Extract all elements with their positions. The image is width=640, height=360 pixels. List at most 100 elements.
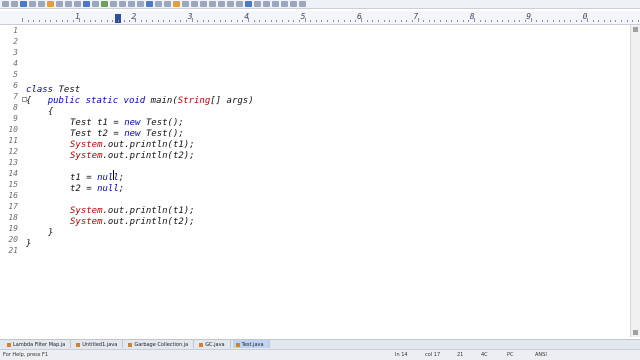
toolbar-button-icon[interactable]	[281, 1, 288, 7]
ruler-tick	[485, 20, 487, 22]
toolbar-button-icon[interactable]	[290, 1, 297, 7]
toolbar-button-icon[interactable]	[101, 1, 108, 7]
ruler-tick	[151, 20, 153, 22]
code-line-11: System.out.println(t1);	[70, 140, 195, 151]
toolbar-button-icon[interactable]	[47, 1, 54, 7]
ruler-tick	[632, 20, 634, 22]
toolbar-button-icon[interactable]	[128, 1, 135, 7]
toolbar-button-icon[interactable]	[191, 1, 198, 7]
toolbar-button-icon[interactable]	[56, 1, 63, 7]
toolbar-button-icon[interactable]	[2, 1, 9, 7]
ruler-tick	[146, 20, 148, 22]
status-column: col 17	[425, 352, 441, 358]
toolbar-button-icon[interactable]	[218, 1, 225, 7]
toolbar-button-icon[interactable]	[263, 1, 270, 7]
keyword: new	[124, 118, 141, 128]
toolbar-button-icon[interactable]	[272, 1, 279, 7]
java-file-icon	[199, 342, 204, 347]
tab-test[interactable]: Test.java	[232, 340, 270, 348]
ruler-tick	[592, 20, 594, 22]
code-line-12: System.out.println(t2);	[70, 151, 195, 162]
toolbar-button-icon[interactable]	[29, 1, 36, 7]
tab-label: Lambda Filter Map.ja	[13, 341, 66, 348]
ruler-tick	[225, 20, 227, 22]
tab-gc[interactable]: GC.java	[196, 340, 231, 348]
toolbar-button-icon[interactable]	[11, 1, 18, 7]
ruler-tick	[293, 20, 295, 22]
toolbar-button-icon[interactable]	[164, 1, 171, 7]
line-number: 3	[13, 48, 18, 57]
line-number: 14	[8, 169, 18, 178]
scroll-up-arrow-icon[interactable]	[633, 27, 638, 32]
tab-garbage-collection[interactable]: Garbage Collection.ja	[125, 340, 195, 348]
ruler-tick	[38, 20, 40, 22]
ruler-tick	[242, 20, 244, 22]
keyword: public static void	[47, 96, 146, 106]
ruler-tick	[513, 20, 515, 22]
ruler-tick	[276, 20, 278, 22]
toolbar-button-icon[interactable]	[137, 1, 144, 7]
toolbar-button-icon[interactable]	[173, 1, 180, 7]
line-number: 15	[8, 180, 18, 189]
toolbar-button-icon[interactable]	[236, 1, 243, 7]
code-text: Test();	[140, 129, 184, 139]
tab-label: Untitled1.java	[82, 341, 118, 348]
ruler-tick	[366, 20, 368, 22]
toolbar-button-icon[interactable]	[83, 1, 90, 7]
fold-marker[interactable]	[22, 97, 27, 102]
toolbar-button-icon[interactable]	[146, 1, 153, 7]
ruler-tick	[423, 20, 425, 22]
code-line-20: }	[26, 239, 32, 249]
keyword: class	[26, 85, 54, 95]
toolbar-button-icon[interactable]	[20, 1, 27, 7]
ruler-tick	[84, 20, 86, 22]
class-name: System	[70, 151, 103, 161]
line-number: 21	[8, 246, 18, 255]
line-number: 6	[13, 81, 18, 90]
code-line-7: { public static void main(String[] args)	[26, 96, 254, 107]
toolbar-button-icon[interactable]	[254, 1, 261, 7]
toolbar-button-icon[interactable]	[74, 1, 81, 7]
toolbar-button-icon[interactable]	[65, 1, 72, 7]
ruler-tick	[264, 20, 266, 22]
code-text: Test t2 =	[70, 129, 125, 139]
toolbar-button-icon[interactable]	[110, 1, 117, 7]
ruler-tick	[231, 20, 233, 22]
ruler-tick	[185, 20, 187, 22]
toolbar-button-icon[interactable]	[155, 1, 162, 7]
toolbar-button-icon[interactable]	[200, 1, 207, 7]
ruler-tick	[620, 20, 622, 22]
status-line-ending: PC	[507, 352, 514, 358]
ruler-tick	[22, 18, 23, 22]
code-text: ;	[118, 173, 125, 183]
ruler-tick	[61, 20, 63, 22]
code-line-6: class Test	[26, 85, 80, 96]
code-text: Test t1 =	[70, 118, 125, 128]
tab-lambda-filter-map[interactable]: Lambda Filter Map.ja	[4, 340, 72, 348]
type-name: String	[177, 96, 211, 106]
toolbar-button-icon[interactable]	[182, 1, 189, 7]
line-number: 16	[8, 191, 18, 200]
ruler-tick	[564, 20, 566, 22]
toolbar-button-icon[interactable]	[299, 1, 306, 7]
ruler-number: 8	[469, 12, 475, 21]
ruler-tick	[598, 20, 600, 22]
tab-untitled1[interactable]: Untitled1.java	[73, 340, 124, 348]
ruler-tick	[536, 20, 538, 22]
ruler-tick	[214, 20, 216, 22]
toolbar-button-icon[interactable]	[209, 1, 216, 7]
ruler-tick	[95, 20, 97, 22]
status-bar: For Help, press F1 In 14 col 17 21 4C PC…	[0, 349, 640, 360]
toolbar-button-icon[interactable]	[119, 1, 126, 7]
toolbar-button-icon[interactable]	[245, 1, 252, 7]
line-number: 5	[13, 70, 18, 79]
toolbar-button-icon[interactable]	[227, 1, 234, 7]
ruler-tick	[157, 20, 159, 22]
toolbar-button-icon[interactable]	[92, 1, 99, 7]
ruler-tick	[281, 20, 283, 22]
ruler-tick	[372, 20, 374, 22]
toolbar-button-icon[interactable]	[38, 1, 45, 7]
vertical-scrollbar[interactable]	[630, 25, 640, 337]
scroll-down-arrow-icon[interactable]	[633, 330, 638, 335]
ruler-tick	[507, 20, 509, 22]
